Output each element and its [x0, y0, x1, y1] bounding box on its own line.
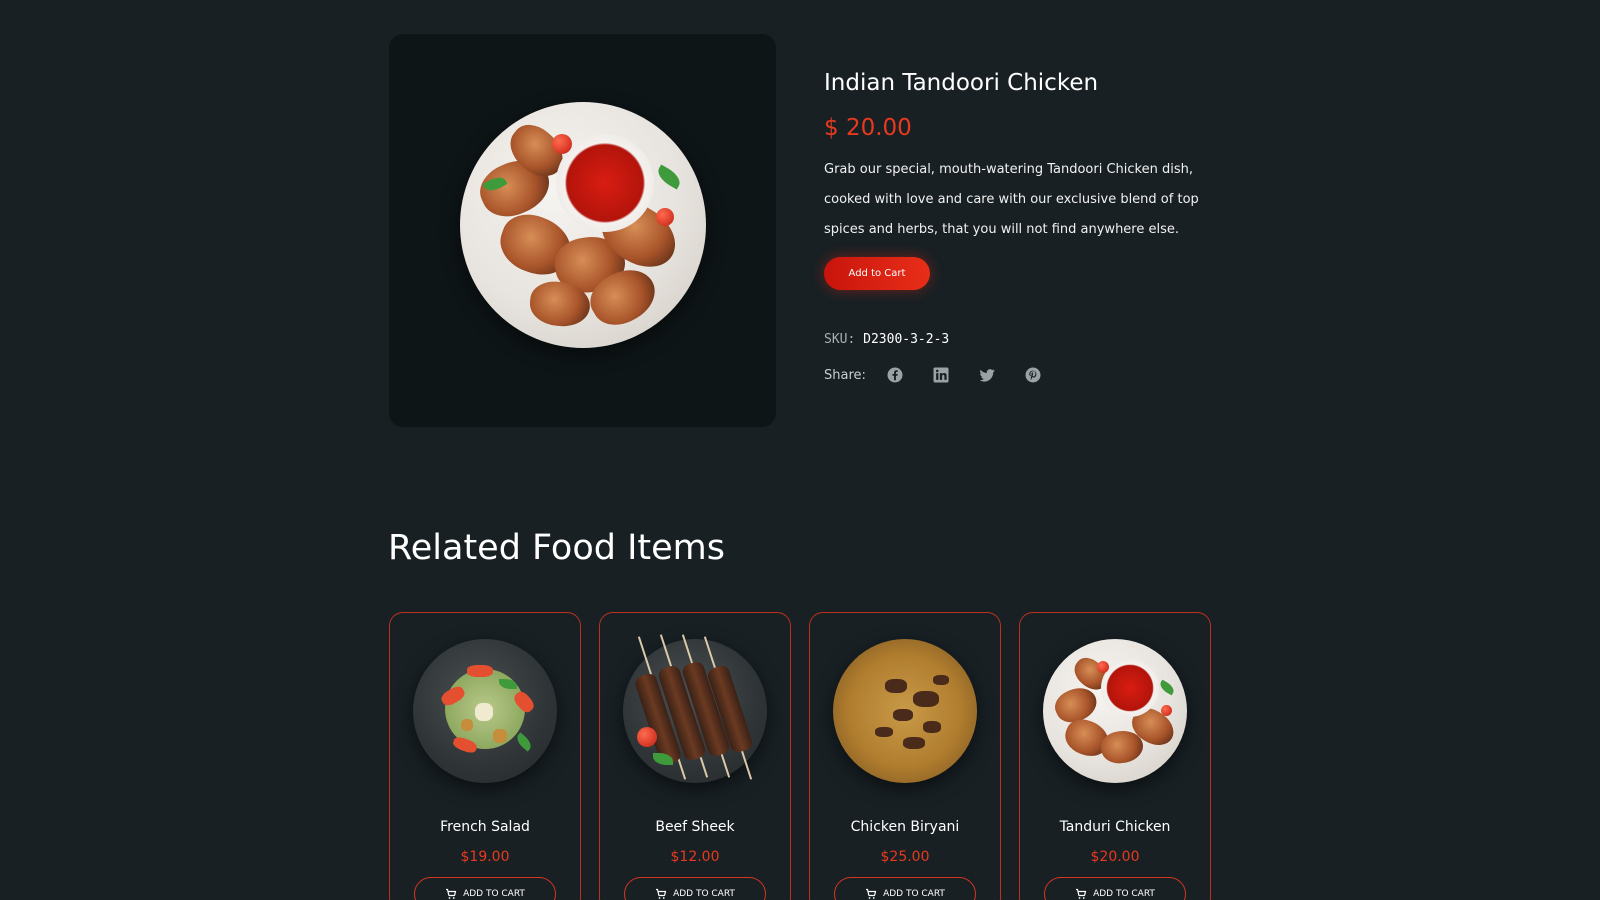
product-title: Indian Tandoori Chicken: [824, 70, 1099, 96]
related-heading: Related Food Items: [388, 528, 726, 568]
add-to-cart-button[interactable]: ADD TO CART: [1044, 877, 1186, 900]
add-to-cart-button[interactable]: ADD TO CART: [834, 877, 976, 900]
food-card-name: French Salad: [440, 819, 530, 835]
food-image-french-salad: [413, 639, 557, 783]
sku-value: D2300-3-2-3: [863, 332, 950, 347]
food-card-name: Beef Sheek: [655, 819, 735, 835]
add-to-cart-label: ADD TO CART: [673, 889, 735, 899]
pinterest-icon[interactable]: [1024, 366, 1042, 384]
add-to-cart-button[interactable]: ADD TO CART: [624, 877, 766, 900]
product-sku: SKU: D2300-3-2-3: [824, 332, 949, 347]
food-card-price: $19.00: [460, 849, 510, 865]
food-image-tanduri-chicken: [1043, 639, 1187, 783]
cart-icon: [1075, 888, 1087, 900]
cart-icon: [445, 888, 457, 900]
food-card-price: $20.00: [1090, 849, 1140, 865]
add-to-cart-button[interactable]: ADD TO CART: [414, 877, 556, 900]
product-image-panel: [389, 34, 776, 427]
sku-label: SKU:: [824, 332, 856, 347]
add-to-cart-label: ADD TO CART: [1093, 889, 1155, 899]
related-items-grid: French Salad $19.00 ADD TO CART Beef She…: [389, 612, 1211, 900]
cart-icon: [865, 888, 877, 900]
twitter-icon[interactable]: [978, 366, 996, 384]
food-card-name: Tanduri Chicken: [1059, 819, 1171, 835]
cart-icon: [655, 888, 667, 900]
food-image-chicken-biryani: [833, 639, 977, 783]
food-card-price: $12.00: [670, 849, 720, 865]
food-card[interactable]: French Salad $19.00 ADD TO CART: [389, 612, 581, 900]
food-card-name: Chicken Biryani: [850, 819, 960, 835]
food-card[interactable]: Chicken Biryani $25.00 ADD TO CART: [809, 612, 1001, 900]
product-price: $ 20.00: [824, 115, 912, 141]
product-description: Grab our special, mouth-watering Tandoor…: [824, 162, 1199, 237]
share-label: Share:: [824, 367, 866, 383]
add-to-cart-button[interactable]: Add to Cart: [824, 257, 930, 290]
food-card[interactable]: Tanduri Chicken $20.00 ADD TO CART: [1019, 612, 1211, 900]
food-card-price: $25.00: [880, 849, 930, 865]
add-to-cart-label: ADD TO CART: [463, 889, 525, 899]
product-image-tandoori-chicken: [459, 101, 706, 348]
facebook-icon[interactable]: [886, 366, 904, 384]
food-card[interactable]: Beef Sheek $12.00 ADD TO CART: [599, 612, 791, 900]
linkedin-icon[interactable]: [932, 366, 950, 384]
product-page: Indian Tandoori Chicken $ 20.00 Grab our…: [0, 0, 1600, 900]
food-image-beef-sheek: [623, 634, 767, 783]
add-to-cart-label: ADD TO CART: [883, 889, 945, 899]
share-bar: Share:: [824, 366, 1070, 384]
